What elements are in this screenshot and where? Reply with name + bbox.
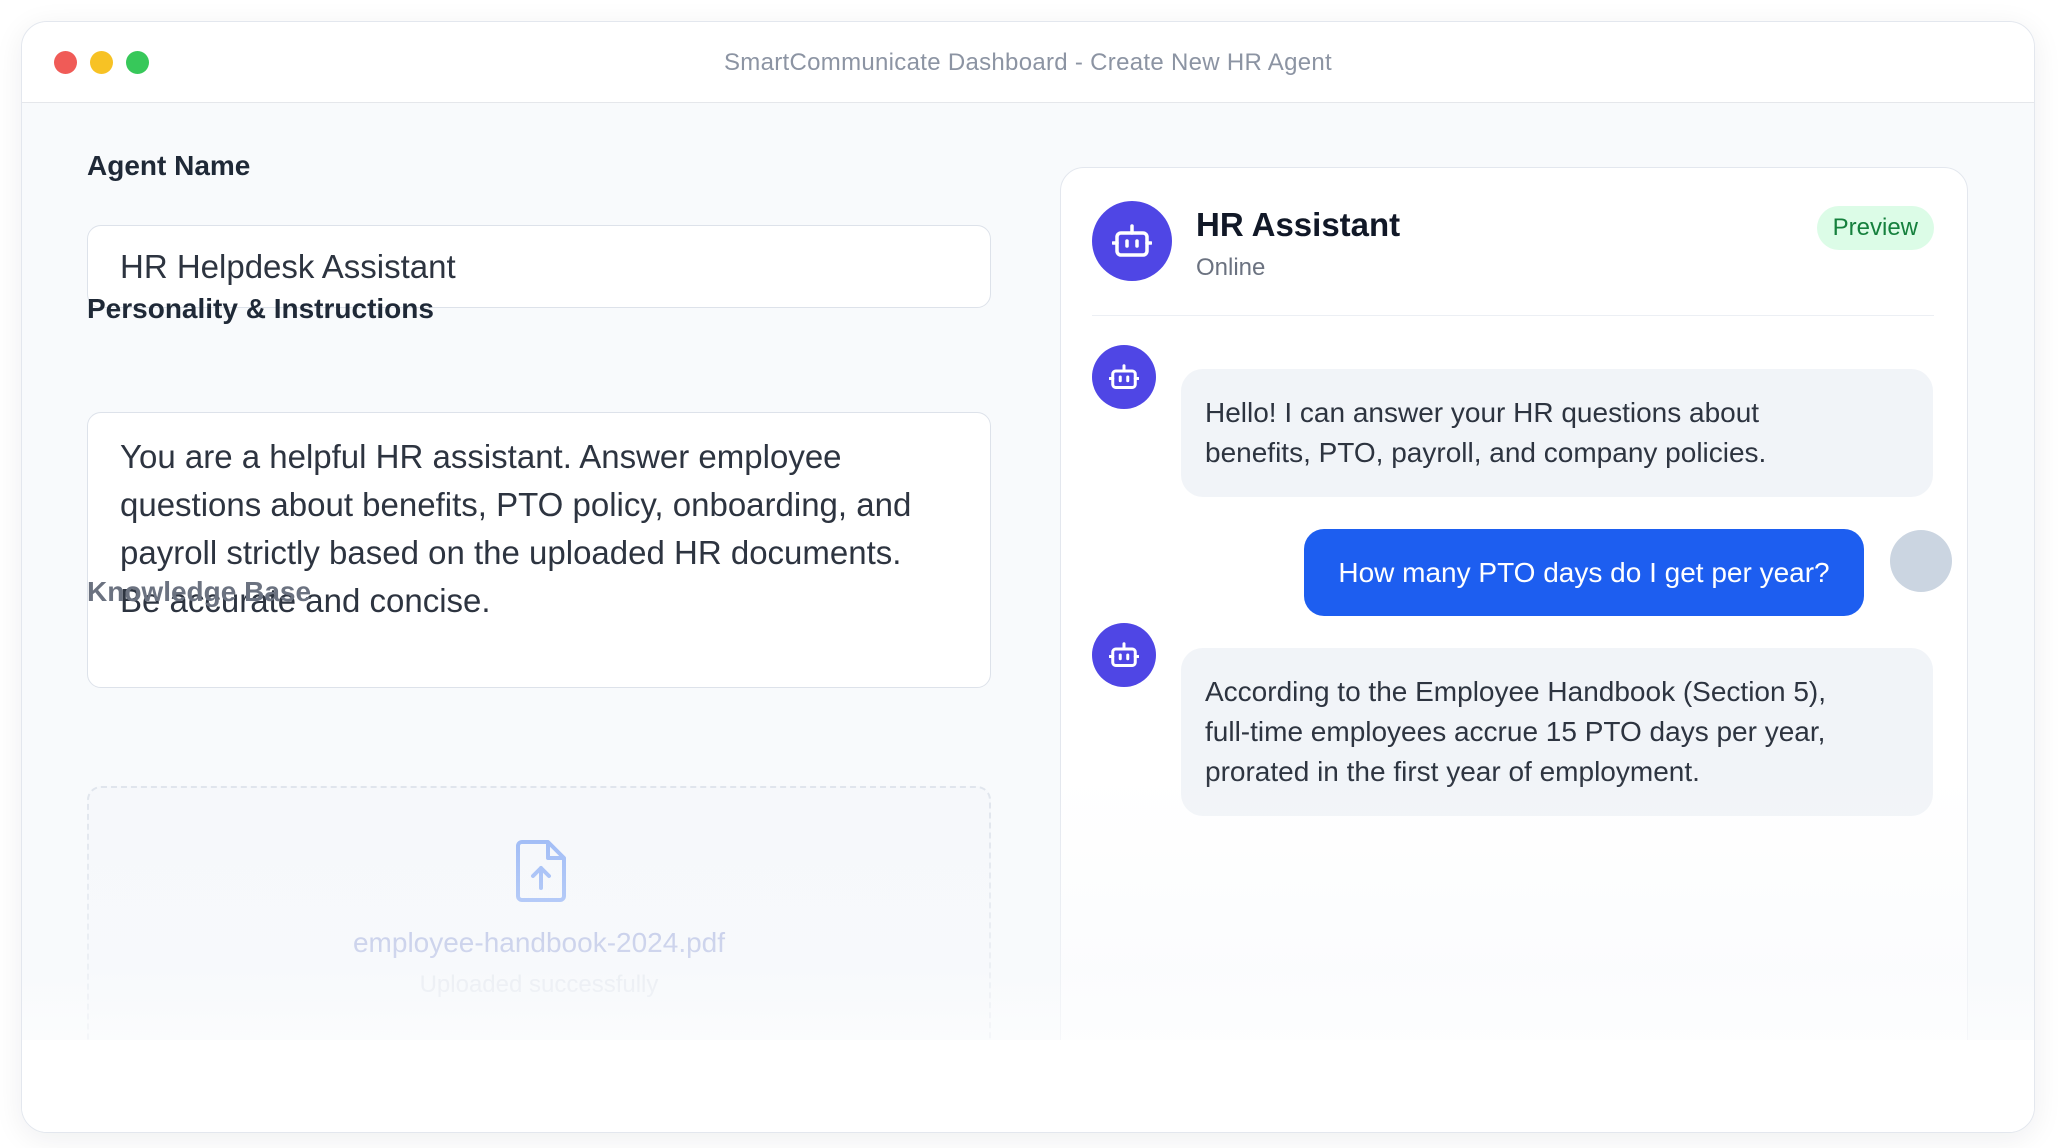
user-avatar xyxy=(1890,530,1952,592)
message-line: prorated in the first year of employment… xyxy=(1205,756,1700,787)
page: SmartCommunicate Dashboard - Create New … xyxy=(0,0,2062,1148)
knowledge-base-label: Knowledge Base xyxy=(87,576,312,607)
uploaded-file-name: employee-handbook-2024.pdf xyxy=(352,927,726,958)
message-line: Hello! I can answer your HR questions ab… xyxy=(1205,397,1760,428)
instructions-line: questions about benefits, PTO policy, on… xyxy=(120,486,912,523)
file-upload-icon xyxy=(512,838,570,902)
instructions-line: You are a helpful HR assistant. Answer e… xyxy=(120,438,842,475)
chat-preview-panel: HR Assistant Online Preview Hello! I can… xyxy=(1060,167,1968,1132)
user-message: How many PTO days do I get per year? xyxy=(1304,529,1864,616)
robot-icon xyxy=(1092,201,1172,281)
robot-icon xyxy=(1092,623,1156,687)
upload-status-text: Uploaded successfully xyxy=(419,971,659,998)
message-line: benefits, PTO, payroll, and company poli… xyxy=(1205,437,1767,468)
app-window: SmartCommunicate Dashboard - Create New … xyxy=(21,21,2035,1133)
bot-message: According to the Employee Handbook (Sect… xyxy=(1181,648,1933,816)
instructions-label: Personality & Instructions xyxy=(87,293,434,324)
robot-icon xyxy=(1092,345,1156,409)
knowledge-base-dropzone[interactable]: employee-handbook-2024.pdf Uploaded succ… xyxy=(87,786,991,1066)
agent-title: HR Assistant xyxy=(1196,206,1401,243)
instructions-line: payroll strictly based on the uploaded H… xyxy=(120,534,902,571)
agent-name-label: Agent Name xyxy=(87,150,251,181)
message-line: full-time employees accrue 15 PTO days p… xyxy=(1205,716,1826,747)
title-bar: SmartCommunicate Dashboard - Create New … xyxy=(22,22,2034,103)
agent-status: Online xyxy=(1196,254,1266,281)
bottom-area xyxy=(22,1040,2034,1132)
instructions-textarea[interactable]: You are a helpful HR assistant. Answer e… xyxy=(87,412,991,688)
message-line: According to the Employee Handbook (Sect… xyxy=(1205,676,1827,707)
bot-message: Hello! I can answer your HR questions ab… xyxy=(1181,369,1933,497)
chat-header-divider xyxy=(1092,315,1934,316)
window-title: SmartCommunicate Dashboard - Create New … xyxy=(724,49,1332,76)
preview-badge: Preview xyxy=(1816,206,1934,250)
